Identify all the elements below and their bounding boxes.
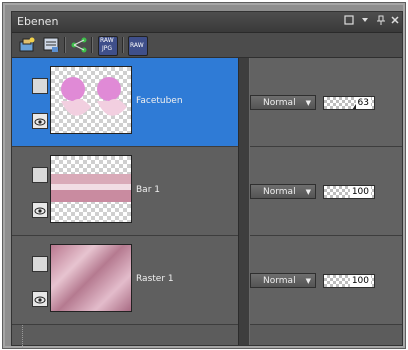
opacity-value: 63 <box>355 97 371 109</box>
layers-toolbar: RAW JPG RAW <box>12 33 402 58</box>
blend-mode-value: Normal <box>263 98 296 108</box>
panel-title: Ebenen <box>17 15 59 28</box>
layer-name: Raster 1 <box>136 274 174 284</box>
chevron-down-icon: ▼ <box>305 188 311 196</box>
raw-label: RAW <box>100 37 114 44</box>
layer-visibility-doc-icon[interactable] <box>32 167 48 183</box>
layer-thumbnail <box>50 155 132 223</box>
opacity-slider[interactable]: 100 <box>323 185 375 199</box>
layer-row-right: Normal ▼ 100 <box>248 147 402 236</box>
eye-icon[interactable] <box>32 202 48 218</box>
toolbar-separator <box>64 37 66 53</box>
blend-mode-select[interactable]: Normal ▼ <box>250 184 316 199</box>
layer-row-left[interactable]: Raster 1 <box>12 236 238 325</box>
close-icon[interactable] <box>389 15 401 27</box>
opacity-slider[interactable]: 63 <box>323 96 375 110</box>
pin-icon[interactable] <box>375 15 387 27</box>
jpg-label: JPG <box>102 45 113 52</box>
layer-row-raster1[interactable]: Raster 1 Normal ▼ 100 <box>12 236 402 325</box>
dropdown-icon[interactable] <box>359 15 371 27</box>
chevron-down-icon: ▼ <box>305 277 311 285</box>
layer-row-right: Normal ▼ 100 <box>248 236 402 325</box>
toolbar-separator <box>122 37 124 53</box>
layer-name: Facetuben <box>136 96 183 106</box>
layer-thumbnail <box>50 244 132 312</box>
blend-mode-value: Normal <box>263 276 296 286</box>
layers-panel: Ebenen RAW JPG RAW Facetuben Normal ▼ 63… <box>11 11 403 348</box>
layer-row-facetuben[interactable]: Facetuben Normal ▼ 63 <box>12 58 402 147</box>
blend-mode-value: Normal <box>263 187 296 197</box>
link-nodes-icon[interactable] <box>70 36 88 54</box>
layer-properties-icon[interactable] <box>42 36 60 54</box>
opacity-slider[interactable]: 100 <box>323 274 375 288</box>
opacity-value: 100 <box>349 275 371 287</box>
layer-row-left[interactable]: Facetuben <box>12 58 238 147</box>
raw-icon[interactable]: RAW <box>128 36 148 56</box>
layer-row-bar1[interactable]: Bar 1 Normal ▼ 100 <box>12 147 402 236</box>
toolbar-separator <box>91 37 93 53</box>
opacity-value: 100 <box>349 186 371 198</box>
blend-mode-select[interactable]: Normal ▼ <box>250 273 316 288</box>
panel-splitter[interactable] <box>238 58 250 345</box>
chevron-down-icon: ▼ <box>305 99 311 107</box>
raw-label-2: RAW <box>130 42 144 49</box>
panel-titlebar: Ebenen <box>12 12 402 33</box>
maximize-icon[interactable] <box>343 15 355 27</box>
layer-thumbnail <box>50 66 132 134</box>
layer-row-left[interactable]: Bar 1 <box>12 147 238 236</box>
layer-visibility-doc-icon[interactable] <box>32 78 48 94</box>
raw-jpg-icon[interactable]: RAW JPG <box>98 36 118 56</box>
layer-name: Bar 1 <box>136 185 160 195</box>
layers-list: Facetuben Normal ▼ 63 Bar 1 Normal ▼ 100… <box>12 58 402 348</box>
layer-visibility-doc-icon[interactable] <box>32 256 48 272</box>
eye-icon[interactable] <box>32 113 48 129</box>
new-layer-icon[interactable] <box>18 36 36 54</box>
blend-mode-select[interactable]: Normal ▼ <box>250 95 316 110</box>
layer-row-right: Normal ▼ 63 <box>248 58 402 147</box>
eye-icon[interactable] <box>32 291 48 307</box>
window-frame: Ebenen RAW JPG RAW Facetuben Normal ▼ 63… <box>2 2 406 349</box>
